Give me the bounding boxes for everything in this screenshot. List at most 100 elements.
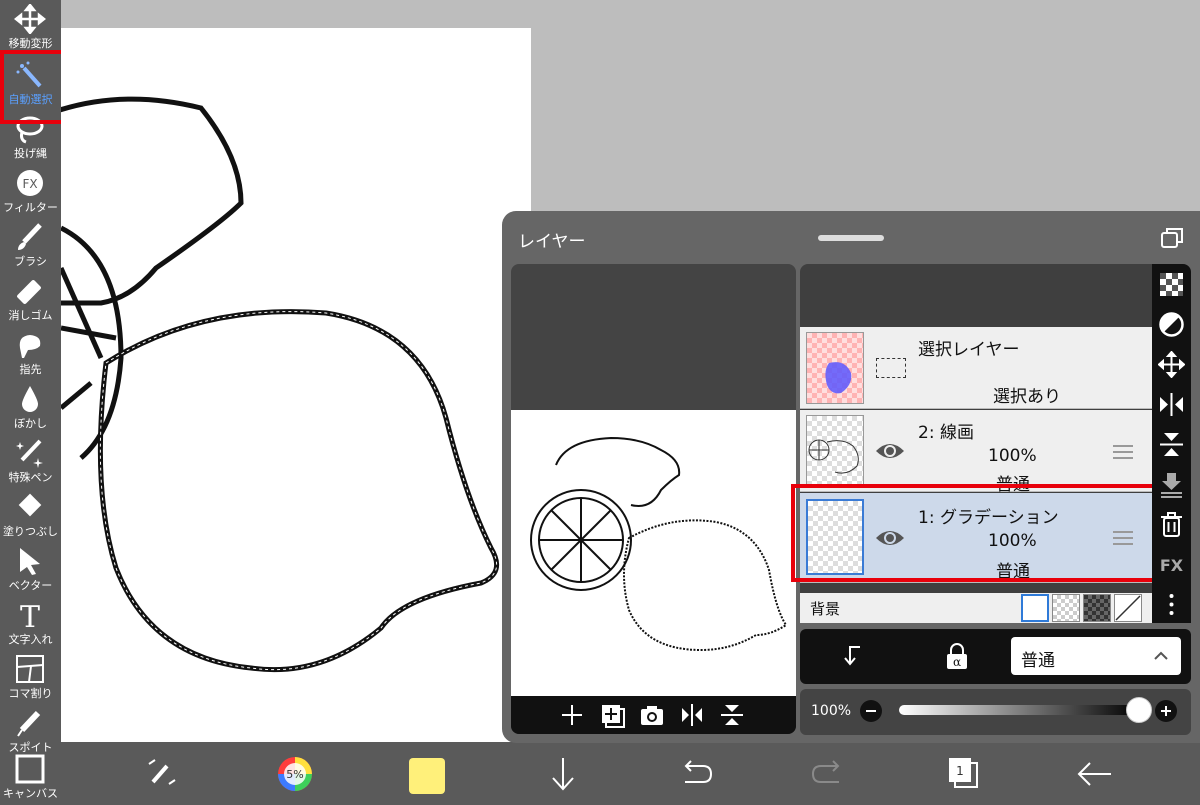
add-layer-icon[interactable] [559, 702, 585, 728]
reorder-handle-icon[interactable] [1112, 529, 1134, 547]
tool-fill[interactable]: 塗りつぶし [0, 490, 61, 544]
drawing-canvas[interactable] [61, 28, 531, 742]
tool-brush[interactable]: ブラシ [0, 220, 61, 274]
swap-tool-icon [148, 759, 176, 785]
vector-arrow-icon [20, 548, 40, 575]
minus-icon[interactable] [860, 700, 882, 722]
tool-move-transform[interactable]: 移動変形 [0, 2, 61, 56]
bg-transparent-light-option[interactable] [1052, 594, 1080, 622]
transparency-button[interactable] [1158, 271, 1185, 298]
tool-canvas[interactable]: キャンバス [0, 752, 61, 805]
color-swatch-button[interactable] [409, 758, 445, 794]
move-icon [14, 4, 46, 34]
eye-icon[interactable] [874, 526, 906, 550]
reorder-handle-icon[interactable] [1112, 443, 1134, 461]
opacity-label: 100% [811, 703, 852, 719]
svg-text:α: α [953, 655, 961, 669]
checker-icon [1160, 273, 1183, 296]
lasso-icon [16, 116, 44, 144]
bg-none-option[interactable] [1114, 594, 1142, 622]
bottom-toolbar: 5% 1 [61, 742, 1200, 805]
tool-label: ブラシ [14, 255, 47, 268]
layer-list: 選択レイヤー 選択あり 2: 線画 100% 普通 1: グラデーション 100… [800, 264, 1152, 623]
window-mode-icon[interactable] [1160, 227, 1184, 249]
swap-tool-button[interactable] [141, 756, 181, 792]
blend-mode-select[interactable]: 普通 [1011, 637, 1181, 675]
layer-thumbnail [806, 332, 864, 404]
opacity-slider-track[interactable] [899, 705, 1139, 715]
magic-wand-icon [16, 61, 42, 88]
blend-bar: α 普通 [800, 629, 1191, 684]
layer-panel: レイヤー 選択レイヤー 選択あり 2: 線画 100% 普通 1: グラデーショ… [502, 211, 1200, 743]
eye-icon[interactable] [874, 439, 906, 463]
tool-vector[interactable]: ベクター [0, 544, 61, 598]
camera-icon[interactable] [639, 702, 665, 728]
move-layer-button[interactable] [1157, 350, 1186, 379]
flip-vertical-icon[interactable] [719, 702, 745, 728]
layer-row-selection[interactable]: 選択レイヤー 選択あり [800, 327, 1152, 409]
tool-label: 塗りつぶし [2, 525, 59, 538]
layer-row-lineart[interactable]: 2: 線画 100% 普通 [800, 410, 1152, 495]
slash-icon [1115, 595, 1141, 621]
tool-special-pen[interactable]: 特殊ペン [0, 436, 61, 490]
undo-button[interactable] [675, 756, 715, 792]
finger-icon [19, 335, 41, 358]
tool-lasso[interactable]: 投げ縄 [0, 112, 61, 166]
panel-drag-handle[interactable] [818, 235, 884, 241]
layer-name: 2: 線画 [918, 423, 974, 443]
tool-label: 自動選択 [8, 93, 53, 106]
move-icon [1157, 350, 1186, 379]
more-vertical-icon [1169, 594, 1174, 615]
tool-label: キャンバス [3, 787, 58, 800]
tool-blur[interactable]: ぼかし [0, 382, 61, 436]
flip-horizontal-icon[interactable] [679, 702, 705, 728]
tool-filter[interactable]: FX フィルター [0, 166, 61, 220]
brush-size-button[interactable]: 5% [275, 756, 315, 792]
duplicate-layer-icon[interactable] [599, 702, 625, 728]
tool-eraser[interactable]: 消しゴム [0, 274, 61, 328]
fx-icon: FX [1160, 556, 1184, 575]
back-arrow-icon [1077, 762, 1111, 786]
tool-frame-divider[interactable]: コマ割り [0, 652, 61, 706]
pages-button[interactable]: 1 [943, 756, 983, 792]
bg-white-option[interactable] [1021, 594, 1049, 622]
tool-label: 特殊ペン [8, 471, 53, 484]
invert-button[interactable] [1158, 311, 1185, 338]
background-row: 背景 [800, 593, 1152, 623]
opacity-row: 100% [800, 689, 1191, 735]
tool-text[interactable]: T 文字入れ [0, 598, 61, 652]
clipping-icon[interactable] [840, 643, 866, 669]
layer-name: 選択レイヤー [918, 340, 1020, 360]
layer-blend-mode: 普通 [996, 562, 1030, 582]
plus-icon[interactable] [1155, 700, 1177, 722]
layer-thumbnail [806, 415, 864, 487]
tool-finger[interactable]: 指先 [0, 328, 61, 382]
alpha-lock-icon[interactable]: α [944, 643, 970, 671]
back-button[interactable] [1075, 756, 1115, 792]
panel-title: レイヤー [518, 232, 586, 252]
flip-layer-vertical-button[interactable] [1158, 431, 1185, 458]
eraser-icon [17, 280, 41, 304]
frame-divider-icon [16, 655, 44, 683]
bg-transparent-dark-option[interactable] [1083, 594, 1111, 622]
tool-label: フィルター [3, 201, 58, 214]
layer-blend-mode: 普通 [996, 475, 1030, 495]
flip-layer-horizontal-button[interactable] [1158, 391, 1185, 418]
merge-down-button[interactable] [1158, 471, 1185, 498]
svg-text:FX: FX [22, 177, 37, 191]
opacity-slider-knob[interactable] [1126, 697, 1152, 723]
redo-button[interactable] [809, 756, 849, 792]
page-count: 1 [956, 764, 964, 778]
merge-down-icon [1161, 473, 1182, 498]
contrast-icon [1159, 312, 1184, 337]
tool-label: 移動変形 [8, 37, 53, 50]
more-options-button[interactable] [1158, 591, 1185, 618]
tool-label: 指先 [19, 363, 42, 376]
tool-auto-select[interactable]: 自動選択 [0, 58, 61, 112]
down-arrow-button[interactable] [543, 756, 583, 792]
layer-row-gradation[interactable]: 1: グラデーション 100% 普通 [800, 493, 1152, 583]
eyedropper-icon [17, 710, 41, 737]
layer-fx-button[interactable]: FX [1158, 551, 1185, 578]
delete-layer-button[interactable] [1158, 511, 1185, 538]
background-label: 背景 [810, 600, 841, 618]
